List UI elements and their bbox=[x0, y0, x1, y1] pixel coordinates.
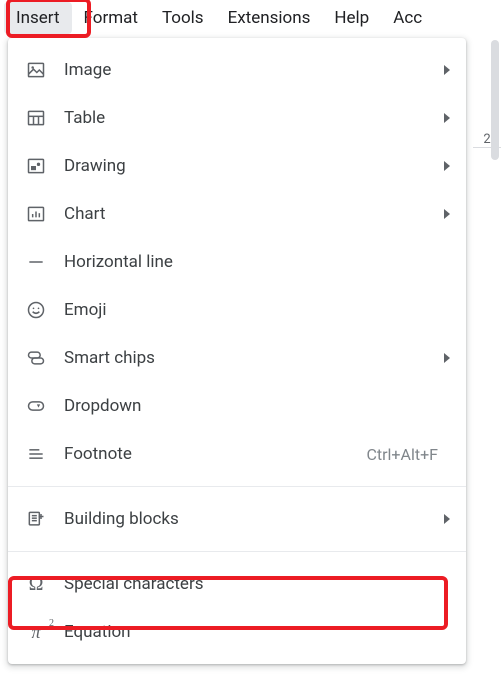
menu-label: Footnote bbox=[64, 444, 366, 464]
menu-label: Horizontal line bbox=[64, 252, 450, 272]
menu-item-horizontal-line[interactable]: Horizontal line bbox=[8, 238, 466, 286]
submenu-arrow-icon bbox=[444, 514, 450, 524]
omega-icon: Ω bbox=[24, 572, 48, 596]
menu-label: Emoji bbox=[64, 300, 450, 320]
dropdown-scrollbar[interactable] bbox=[491, 40, 499, 160]
menu-item-footnote[interactable]: Footnote Ctrl+Alt+F bbox=[8, 430, 466, 478]
submenu-arrow-icon bbox=[444, 161, 450, 171]
submenu-arrow-icon bbox=[444, 353, 450, 363]
chart-icon bbox=[24, 202, 48, 226]
menu-label: Equation bbox=[64, 622, 450, 642]
menu-item-table[interactable]: Table bbox=[8, 94, 466, 142]
menu-shortcut: Ctrl+Alt+F bbox=[366, 445, 438, 464]
menu-label: Chart bbox=[64, 204, 436, 224]
menubar: Insert Format Tools Extensions Help Acc bbox=[0, 0, 501, 36]
menu-label: Smart chips bbox=[64, 348, 436, 368]
insert-dropdown: Image Table Drawing Chart Horizontal lin… bbox=[8, 38, 466, 664]
separator bbox=[8, 551, 466, 552]
dropdown-icon bbox=[24, 394, 48, 418]
menu-format[interactable]: Format bbox=[72, 2, 150, 34]
menu-item-equation[interactable]: π2 Equation bbox=[8, 608, 466, 656]
menu-label: Dropdown bbox=[64, 396, 450, 416]
menu-item-dropdown[interactable]: Dropdown bbox=[8, 382, 466, 430]
menu-extensions[interactable]: Extensions bbox=[216, 2, 323, 34]
menu-acc[interactable]: Acc bbox=[381, 2, 434, 34]
equation-icon: π2 bbox=[24, 620, 48, 644]
menu-label: Special characters bbox=[64, 574, 450, 594]
submenu-arrow-icon bbox=[444, 113, 450, 123]
submenu-arrow-icon bbox=[444, 209, 450, 219]
menu-help[interactable]: Help bbox=[322, 2, 381, 34]
menu-item-emoji[interactable]: Emoji bbox=[8, 286, 466, 334]
menu-item-chart[interactable]: Chart bbox=[8, 190, 466, 238]
menu-label: Image bbox=[64, 60, 436, 80]
smart-chips-icon bbox=[24, 346, 48, 370]
menu-label: Drawing bbox=[64, 156, 436, 176]
menu-item-special-characters[interactable]: Ω Special characters bbox=[8, 560, 466, 608]
table-icon bbox=[24, 106, 48, 130]
footnote-icon bbox=[24, 442, 48, 466]
building-blocks-icon bbox=[24, 507, 48, 531]
menu-item-image[interactable]: Image bbox=[8, 46, 466, 94]
submenu-arrow-icon bbox=[444, 65, 450, 75]
menu-item-smart-chips[interactable]: Smart chips bbox=[8, 334, 466, 382]
separator bbox=[8, 486, 466, 487]
menu-tools[interactable]: Tools bbox=[150, 2, 216, 34]
menu-item-building-blocks[interactable]: Building blocks bbox=[8, 495, 466, 543]
menu-label: Table bbox=[64, 108, 436, 128]
drawing-icon bbox=[24, 154, 48, 178]
menu-insert[interactable]: Insert bbox=[4, 2, 72, 34]
horizontal-line-icon bbox=[24, 250, 48, 274]
menu-label: Building blocks bbox=[64, 509, 436, 529]
emoji-icon bbox=[24, 298, 48, 322]
menu-item-drawing[interactable]: Drawing bbox=[8, 142, 466, 190]
image-icon bbox=[24, 58, 48, 82]
